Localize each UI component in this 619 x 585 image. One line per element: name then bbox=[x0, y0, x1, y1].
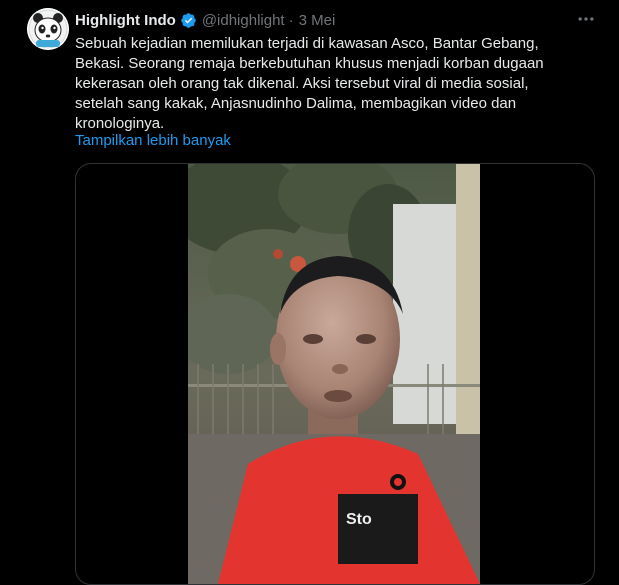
display-name[interactable]: Highlight Indo bbox=[75, 12, 176, 29]
video-thumbnail: Sto bbox=[188, 164, 480, 584]
more-horizontal-icon bbox=[578, 17, 594, 21]
tweet-date[interactable]: 3 Mei bbox=[299, 12, 336, 29]
media-container[interactable]: Sto bbox=[75, 163, 595, 585]
more-options-button[interactable] bbox=[575, 9, 597, 29]
svg-text:Sto: Sto bbox=[346, 511, 372, 528]
video-player[interactable]: Sto bbox=[188, 164, 480, 584]
tweet-text: Sebuah kejadian memilukan terjadi di kaw… bbox=[75, 35, 544, 132]
show-more-link[interactable]: Tampilkan lebih banyak bbox=[75, 132, 231, 149]
panda-logo-icon bbox=[27, 8, 69, 50]
tweet-header: Highlight Indo @idhighlight · 3 Mei bbox=[75, 10, 595, 30]
user-handle[interactable]: @idhighlight bbox=[202, 12, 285, 29]
separator-dot: · bbox=[288, 11, 294, 29]
verified-badge-icon[interactable] bbox=[180, 12, 197, 29]
avatar[interactable] bbox=[27, 8, 69, 50]
